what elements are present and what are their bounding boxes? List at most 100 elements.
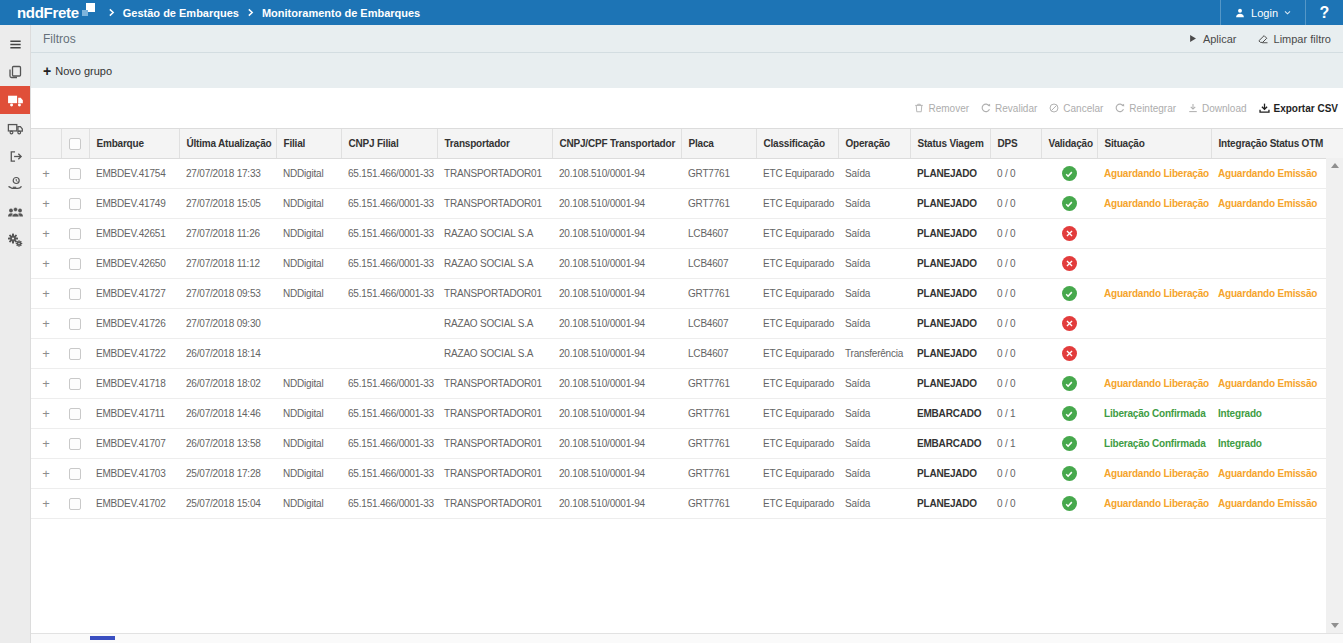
expand-row-button[interactable]: + (42, 436, 49, 451)
column-header-filial[interactable]: Filial (276, 129, 341, 159)
select-all-checkbox[interactable] (69, 138, 81, 150)
apply-filter-button[interactable]: Aplicar (1187, 33, 1237, 45)
exportar-csv-button[interactable]: Exportar CSV (1258, 102, 1338, 115)
column-header-transportador[interactable]: Transportador (437, 129, 552, 159)
expand-row-button[interactable]: + (42, 466, 49, 481)
scroll-down-icon[interactable] (1331, 623, 1339, 628)
cell-dps: 0 / 0 (990, 189, 1041, 219)
sidebar-item-users[interactable] (0, 198, 30, 226)
validation-success-icon (1062, 466, 1077, 481)
row-checkbox[interactable] (69, 348, 81, 360)
row-checkbox[interactable] (69, 468, 81, 480)
trash-icon (913, 102, 925, 114)
table-row: +EMBDEV.4265027/07/2018 11:12NDDigital65… (31, 249, 1343, 279)
column-header-dps[interactable]: DPS (990, 129, 1041, 159)
row-checkbox[interactable] (69, 168, 81, 180)
column-header-cnpj-cpf-transportador[interactable]: CNPJ/CPF Transportador (552, 129, 681, 159)
expand-row-button[interactable]: + (42, 406, 49, 421)
help-button[interactable]: ? (1305, 0, 1343, 25)
expand-row-button[interactable]: + (42, 316, 49, 331)
expand-row-button[interactable]: + (42, 496, 49, 511)
cell-transportador: TRANSPORTADOR01 (437, 429, 552, 459)
cancel-icon (1048, 102, 1060, 114)
row-checkbox[interactable] (69, 318, 81, 330)
sidebar-item-logout[interactable] (0, 142, 30, 170)
sidebar-item-delivery-truck[interactable] (0, 114, 30, 142)
row-checkbox[interactable] (69, 288, 81, 300)
cell-classificacao: ETC Equiparado (756, 309, 838, 339)
cell-situacao: Aguardando Liberação (1097, 369, 1211, 399)
clear-filter-button[interactable]: Limpar filtro (1257, 33, 1331, 45)
row-checkbox[interactable] (69, 438, 81, 450)
new-group-button[interactable]: + Novo grupo (43, 65, 112, 77)
cell-status-viagem: PLANEJADO (910, 219, 990, 249)
cell-situacao: Liberação Confirmada (1097, 429, 1211, 459)
cell-situacao: Aguardando Liberação (1097, 189, 1211, 219)
row-checkbox[interactable] (69, 258, 81, 270)
remover-button[interactable]: Remover (913, 102, 969, 114)
cell-dps: 0 / 0 (990, 309, 1041, 339)
column-header-validacao[interactable]: Validação (1041, 129, 1097, 159)
download-button[interactable]: Download (1187, 102, 1246, 114)
expand-row-button[interactable]: + (42, 346, 49, 361)
cell-cnpj-filial: 65.151.466/0001-33 (341, 459, 437, 489)
validation-error-icon (1062, 256, 1077, 271)
cell-atualizacao: 27/07/2018 11:26 (179, 219, 276, 249)
sidebar-item-menu[interactable] (0, 30, 30, 58)
breadcrumb-gestao-de-embarques[interactable]: Gestão de Embarques (123, 7, 239, 19)
login-menu[interactable]: Login (1220, 0, 1305, 25)
cell-classificacao: ETC Equiparado (756, 459, 838, 489)
cell-filial: NDDigital (276, 429, 341, 459)
cell-validacao (1041, 249, 1097, 279)
column-header-operacao[interactable]: Operação (838, 129, 910, 159)
cancelar-button[interactable]: Cancelar (1048, 102, 1103, 114)
row-checkbox[interactable] (69, 198, 81, 210)
chevron-down-icon (1283, 8, 1292, 17)
row-checkbox[interactable] (69, 228, 81, 240)
cell-dps: 0 / 0 (990, 369, 1041, 399)
expand-row-button[interactable]: + (42, 196, 49, 211)
sidebar-item-truck[interactable] (0, 86, 30, 114)
cell-integracao: Aguardando Emissão (1211, 159, 1343, 189)
cell-select (61, 219, 89, 249)
cell-validacao (1041, 429, 1097, 459)
column-header-ultima-atualizacao[interactable]: Última Atualização (179, 129, 276, 159)
horizontal-scrollbar[interactable] (31, 633, 1343, 643)
horizontal-scrollbar-thumb[interactable] (90, 636, 115, 640)
revalidar-button[interactable]: Revalidar (980, 102, 1037, 114)
expand-row-button[interactable]: + (42, 376, 49, 391)
expand-row-button[interactable]: + (42, 226, 49, 241)
cell-select (61, 489, 89, 519)
breadcrumb-monitoramento-de-embarques[interactable]: Monitoramento de Embarques (262, 7, 420, 19)
validation-success-icon (1062, 496, 1077, 511)
cell-atualizacao: 25/07/2018 17:28 (179, 459, 276, 489)
cell-placa: GRT7761 (681, 279, 756, 309)
column-header-classificacao[interactable]: Classificação (756, 129, 838, 159)
expand-row-button[interactable]: + (42, 166, 49, 181)
column-header-embarque[interactable]: Embarque (89, 129, 179, 159)
reintegrar-button[interactable]: Reintegrar (1114, 102, 1176, 114)
column-header-integracao-status-otm[interactable]: Integração Status OTM (1211, 129, 1343, 159)
cell-filial: NDDigital (276, 249, 341, 279)
row-checkbox[interactable] (69, 498, 81, 510)
row-checkbox[interactable] (69, 408, 81, 420)
cell-situacao (1097, 249, 1211, 279)
sidebar-item-settings-gears[interactable] (0, 226, 30, 254)
sidebar-item-documents[interactable] (0, 58, 30, 86)
cell-operacao: Saída (838, 249, 910, 279)
row-checkbox[interactable] (69, 378, 81, 390)
expand-row-button[interactable]: + (42, 286, 49, 301)
cell-cnpj-filial: 65.151.466/0001-33 (341, 249, 437, 279)
cell-select (61, 189, 89, 219)
sidebar-item-hand-service[interactable] (0, 170, 30, 198)
column-header-status-viagem[interactable]: Status Viagem (910, 129, 990, 159)
cell-expand: + (31, 369, 61, 399)
vertical-scrollbar[interactable] (1326, 158, 1343, 633)
scroll-up-icon[interactable] (1331, 163, 1339, 168)
cell-embarque: EMBDEV.41707 (89, 429, 179, 459)
column-header-situacao[interactable]: Situação (1097, 129, 1211, 159)
cell-situacao: Aguardando Liberação (1097, 459, 1211, 489)
column-header-placa[interactable]: Placa (681, 129, 756, 159)
expand-row-button[interactable]: + (42, 256, 49, 271)
column-header-cnpj-filial[interactable]: CNPJ Filial (341, 129, 437, 159)
